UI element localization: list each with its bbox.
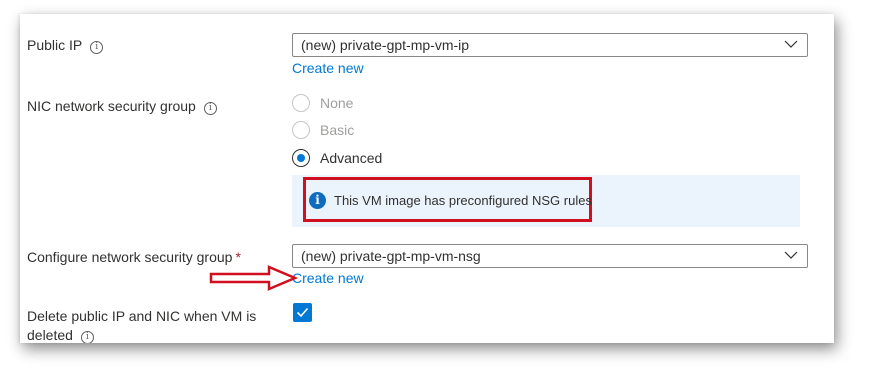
checkmark-icon	[296, 307, 309, 318]
info-message-text: This VM image has preconfigured NSG rule…	[334, 193, 592, 208]
radio-button-advanced[interactable]	[292, 149, 310, 167]
chevron-down-icon	[784, 251, 798, 259]
radio-button-none[interactable]	[292, 94, 310, 112]
configure-nsg-label: Configure network security group	[27, 249, 233, 265]
radio-option-none[interactable]: None	[292, 93, 353, 113]
radio-label-basic: Basic	[320, 122, 355, 138]
radio-button-basic[interactable]	[292, 121, 310, 139]
delete-with-vm-checkbox[interactable]	[293, 303, 312, 322]
configure-nsg-create-new-link[interactable]: Create new	[292, 269, 364, 287]
radio-option-basic[interactable]: Basic	[292, 120, 354, 140]
info-icon[interactable]: i	[90, 41, 104, 54]
public-ip-dropdown[interactable]: (new) private-gpt-mp-vm-ip	[292, 33, 808, 57]
configure-nsg-dropdown[interactable]: (new) private-gpt-mp-vm-nsg	[292, 244, 808, 268]
nic-nsg-label: NIC network security group	[27, 98, 196, 114]
radio-label-advanced: Advanced	[320, 150, 383, 166]
chevron-down-icon	[784, 40, 798, 48]
public-ip-label-row: Public IP i	[27, 35, 104, 55]
delete-option-label-line2-row: deleted i	[27, 325, 94, 343]
info-icon[interactable]: i	[80, 331, 94, 343]
delete-option-label-line1: Delete public IP and NIC when VM is	[27, 308, 257, 324]
info-icon[interactable]: i	[203, 102, 217, 115]
configure-nsg-value: (new) private-gpt-mp-vm-nsg	[301, 248, 481, 264]
radio-label-none: None	[320, 95, 354, 111]
annotation-arrow-icon	[209, 265, 299, 291]
nic-nsg-label-row: NIC network security group i	[27, 96, 217, 116]
public-ip-value: (new) private-gpt-mp-vm-ip	[301, 37, 470, 53]
info-filled-icon: i	[309, 192, 326, 209]
configure-nsg-label-row: Configure network security group *	[27, 247, 241, 267]
delete-option-label-line2: deleted	[27, 327, 73, 343]
radio-option-advanced[interactable]: Advanced	[292, 148, 382, 168]
screenshot-canvas: Public IP i (new) private-gpt-mp-vm-ip Cr…	[0, 0, 876, 387]
public-ip-label: Public IP	[27, 37, 83, 53]
required-asterisk: *	[235, 249, 241, 265]
public-ip-create-new-link[interactable]: Create new	[292, 59, 364, 77]
networking-settings-panel: Public IP i (new) private-gpt-mp-vm-ip Cr…	[20, 14, 834, 343]
